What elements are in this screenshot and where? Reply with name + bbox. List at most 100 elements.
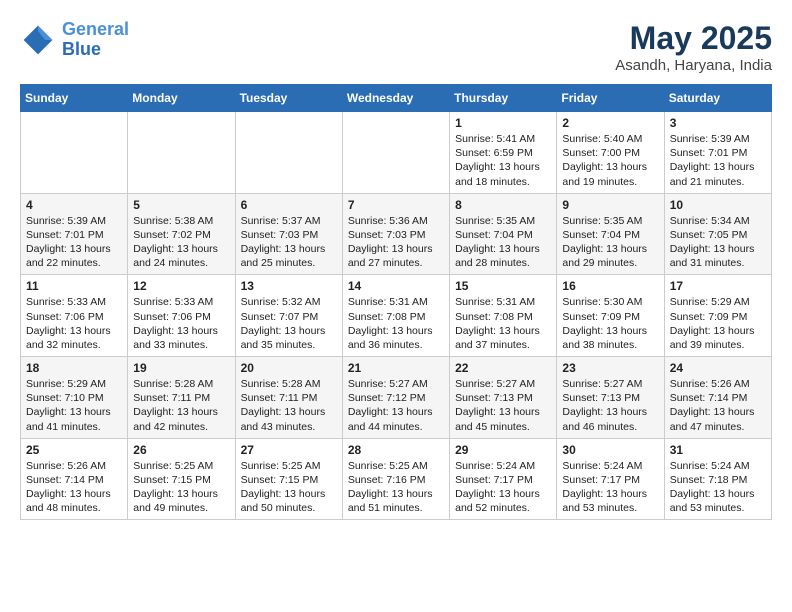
day-number: 17: [670, 279, 766, 293]
day-number: 3: [670, 116, 766, 130]
weekday-sunday: Sunday: [21, 85, 128, 112]
week-row-3: 11 Sunrise: 5:33 AM Sunset: 7:06 PM Dayli…: [21, 275, 772, 357]
day-cell: 25 Sunrise: 5:26 AM Sunset: 7:14 PM Dayli…: [21, 438, 128, 520]
logo: General Blue: [20, 20, 129, 60]
day-number: 18: [26, 361, 122, 375]
day-cell: [342, 112, 449, 194]
day-number: 4: [26, 198, 122, 212]
logo-text: General Blue: [62, 20, 129, 60]
day-info: Sunrise: 5:35 AM Sunset: 7:04 PM Dayligh…: [562, 214, 658, 271]
week-row-5: 25 Sunrise: 5:26 AM Sunset: 7:14 PM Dayli…: [21, 438, 772, 520]
day-cell: 27Sunrise: 5:25 AM Sunset: 7:15 PM Dayli…: [235, 438, 342, 520]
day-info: Sunrise: 5:28 AM Sunset: 7:11 PM Dayligh…: [241, 377, 337, 434]
calendar-table: SundayMondayTuesdayWednesdayThursdayFrid…: [20, 84, 772, 520]
day-cell: 29 Sunrise: 5:24 AM Sunset: 7:17 PM Dayli…: [450, 438, 557, 520]
day-number: 6: [241, 198, 337, 212]
day-cell: 9 Sunrise: 5:35 AM Sunset: 7:04 PM Daylig…: [557, 193, 664, 275]
day-number: 8: [455, 198, 551, 212]
day-info: Sunrise: 5:27 AM Sunset: 7:13 PM Dayligh…: [562, 377, 658, 434]
day-cell: 4 Sunrise: 5:39 AM Sunset: 7:01 PM Daylig…: [21, 193, 128, 275]
day-number: 1: [455, 116, 551, 130]
day-info: Sunrise: 5:33 AM Sunset: 7:06 PM Dayligh…: [26, 295, 122, 352]
day-info: Sunrise: 5:29 AM Sunset: 7:09 PM Dayligh…: [670, 295, 766, 352]
day-info: Sunrise: 5:39 AM Sunset: 7:01 PM Dayligh…: [26, 214, 122, 271]
day-number: 28: [348, 443, 444, 457]
day-number: 10: [670, 198, 766, 212]
day-cell: 30 Sunrise: 5:24 AM Sunset: 7:17 PM Dayli…: [557, 438, 664, 520]
weekday-header-row: SundayMondayTuesdayWednesdayThursdayFrid…: [21, 85, 772, 112]
day-info: Sunrise: 5:41 AM Sunset: 6:59 PM Dayligh…: [455, 132, 551, 189]
day-cell: 26 Sunrise: 5:25 AM Sunset: 7:15 PM Dayli…: [128, 438, 235, 520]
calendar-body: 1 Sunrise: 5:41 AM Sunset: 6:59 PM Daylig…: [21, 112, 772, 520]
day-number: 14: [348, 279, 444, 293]
day-number: 7: [348, 198, 444, 212]
day-info: Sunrise: 5:27 AM Sunset: 7:13 PM Dayligh…: [455, 377, 551, 434]
day-info: Sunrise: 5:33 AM Sunset: 7:06 PM Dayligh…: [133, 295, 229, 352]
day-info: Sunrise: 5:27 AM Sunset: 7:12 PM Dayligh…: [348, 377, 444, 434]
day-info: Sunrise: 5:24 AM Sunset: 7:18 PM Dayligh…: [670, 459, 766, 516]
day-info: Sunrise: 5:40 AM Sunset: 7:00 PM Dayligh…: [562, 132, 658, 189]
day-info: Sunrise: 5:37 AM Sunset: 7:03 PM Dayligh…: [241, 214, 337, 271]
day-cell: 21Sunrise: 5:27 AM Sunset: 7:12 PM Dayli…: [342, 357, 449, 439]
day-number: 5: [133, 198, 229, 212]
day-number: 22: [455, 361, 551, 375]
day-info: Sunrise: 5:35 AM Sunset: 7:04 PM Dayligh…: [455, 214, 551, 271]
logo-icon: [20, 22, 56, 58]
day-cell: 24Sunrise: 5:26 AM Sunset: 7:14 PM Dayli…: [664, 357, 771, 439]
week-row-2: 4 Sunrise: 5:39 AM Sunset: 7:01 PM Daylig…: [21, 193, 772, 275]
day-number: 27: [241, 443, 337, 457]
day-info: Sunrise: 5:28 AM Sunset: 7:11 PM Dayligh…: [133, 377, 229, 434]
day-number: 11: [26, 279, 122, 293]
week-row-4: 18 Sunrise: 5:29 AM Sunset: 7:10 PM Dayli…: [21, 357, 772, 439]
day-number: 23: [562, 361, 658, 375]
weekday-saturday: Saturday: [664, 85, 771, 112]
day-number: 29: [455, 443, 551, 457]
day-info: Sunrise: 5:36 AM Sunset: 7:03 PM Dayligh…: [348, 214, 444, 271]
day-cell: 18 Sunrise: 5:29 AM Sunset: 7:10 PM Dayli…: [21, 357, 128, 439]
weekday-tuesday: Tuesday: [235, 85, 342, 112]
day-cell: 2 Sunrise: 5:40 AM Sunset: 7:00 PM Daylig…: [557, 112, 664, 194]
day-cell: 19Sunrise: 5:28 AM Sunset: 7:11 PM Dayli…: [128, 357, 235, 439]
location-subtitle: Asandh, Haryana, India: [615, 57, 772, 74]
day-cell: 16Sunrise: 5:30 AM Sunset: 7:09 PM Dayli…: [557, 275, 664, 357]
day-number: 15: [455, 279, 551, 293]
day-info: Sunrise: 5:26 AM Sunset: 7:14 PM Dayligh…: [670, 377, 766, 434]
day-number: 16: [562, 279, 658, 293]
day-number: 2: [562, 116, 658, 130]
day-info: Sunrise: 5:25 AM Sunset: 7:15 PM Dayligh…: [133, 459, 229, 516]
weekday-friday: Friday: [557, 85, 664, 112]
day-info: Sunrise: 5:34 AM Sunset: 7:05 PM Dayligh…: [670, 214, 766, 271]
day-cell: [128, 112, 235, 194]
title-block: May 2025 Asandh, Haryana, India: [615, 20, 772, 74]
day-info: Sunrise: 5:29 AM Sunset: 7:10 PM Dayligh…: [26, 377, 122, 434]
calendar-header: SundayMondayTuesdayWednesdayThursdayFrid…: [21, 85, 772, 112]
page-header: General Blue May 2025 Asandh, Haryana, I…: [20, 20, 772, 74]
day-number: 20: [241, 361, 337, 375]
day-info: Sunrise: 5:31 AM Sunset: 7:08 PM Dayligh…: [455, 295, 551, 352]
day-cell: 10 Sunrise: 5:34 AM Sunset: 7:05 PM Dayli…: [664, 193, 771, 275]
day-cell: 31 Sunrise: 5:24 AM Sunset: 7:18 PM Dayli…: [664, 438, 771, 520]
day-info: Sunrise: 5:32 AM Sunset: 7:07 PM Dayligh…: [241, 295, 337, 352]
day-cell: 13 Sunrise: 5:32 AM Sunset: 7:07 PM Dayli…: [235, 275, 342, 357]
day-cell: 11 Sunrise: 5:33 AM Sunset: 7:06 PM Dayli…: [21, 275, 128, 357]
day-cell: 20 Sunrise: 5:28 AM Sunset: 7:11 PM Dayli…: [235, 357, 342, 439]
weekday-thursday: Thursday: [450, 85, 557, 112]
day-info: Sunrise: 5:24 AM Sunset: 7:17 PM Dayligh…: [455, 459, 551, 516]
day-number: 13: [241, 279, 337, 293]
day-info: Sunrise: 5:24 AM Sunset: 7:17 PM Dayligh…: [562, 459, 658, 516]
day-cell: [235, 112, 342, 194]
day-info: Sunrise: 5:26 AM Sunset: 7:14 PM Dayligh…: [26, 459, 122, 516]
day-number: 31: [670, 443, 766, 457]
day-info: Sunrise: 5:38 AM Sunset: 7:02 PM Dayligh…: [133, 214, 229, 271]
day-number: 25: [26, 443, 122, 457]
day-cell: [21, 112, 128, 194]
day-info: Sunrise: 5:25 AM Sunset: 7:16 PM Dayligh…: [348, 459, 444, 516]
day-number: 30: [562, 443, 658, 457]
day-number: 26: [133, 443, 229, 457]
day-number: 12: [133, 279, 229, 293]
day-number: 9: [562, 198, 658, 212]
week-row-1: 1 Sunrise: 5:41 AM Sunset: 6:59 PM Daylig…: [21, 112, 772, 194]
day-cell: 1 Sunrise: 5:41 AM Sunset: 6:59 PM Daylig…: [450, 112, 557, 194]
weekday-wednesday: Wednesday: [342, 85, 449, 112]
day-cell: 22 Sunrise: 5:27 AM Sunset: 7:13 PM Dayli…: [450, 357, 557, 439]
